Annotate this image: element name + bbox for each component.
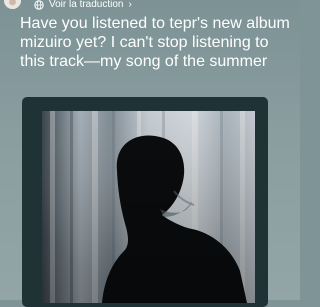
chevron-right-icon: › xyxy=(128,0,132,10)
post-text: Have you listened to tepr's new album mi… xyxy=(20,15,290,70)
story-view: Voir la traduction › Have you listened t… xyxy=(0,0,300,307)
album-cover-art xyxy=(42,111,255,303)
album-cover-image[interactable] xyxy=(42,111,255,303)
story-header: Voir la traduction › xyxy=(0,0,300,14)
globe-icon xyxy=(34,0,44,10)
see-translation-label: Voir la traduction xyxy=(49,0,124,10)
avatar[interactable] xyxy=(4,0,21,9)
see-translation-link[interactable]: Voir la traduction › xyxy=(34,0,132,11)
avatar-icon xyxy=(4,0,21,9)
